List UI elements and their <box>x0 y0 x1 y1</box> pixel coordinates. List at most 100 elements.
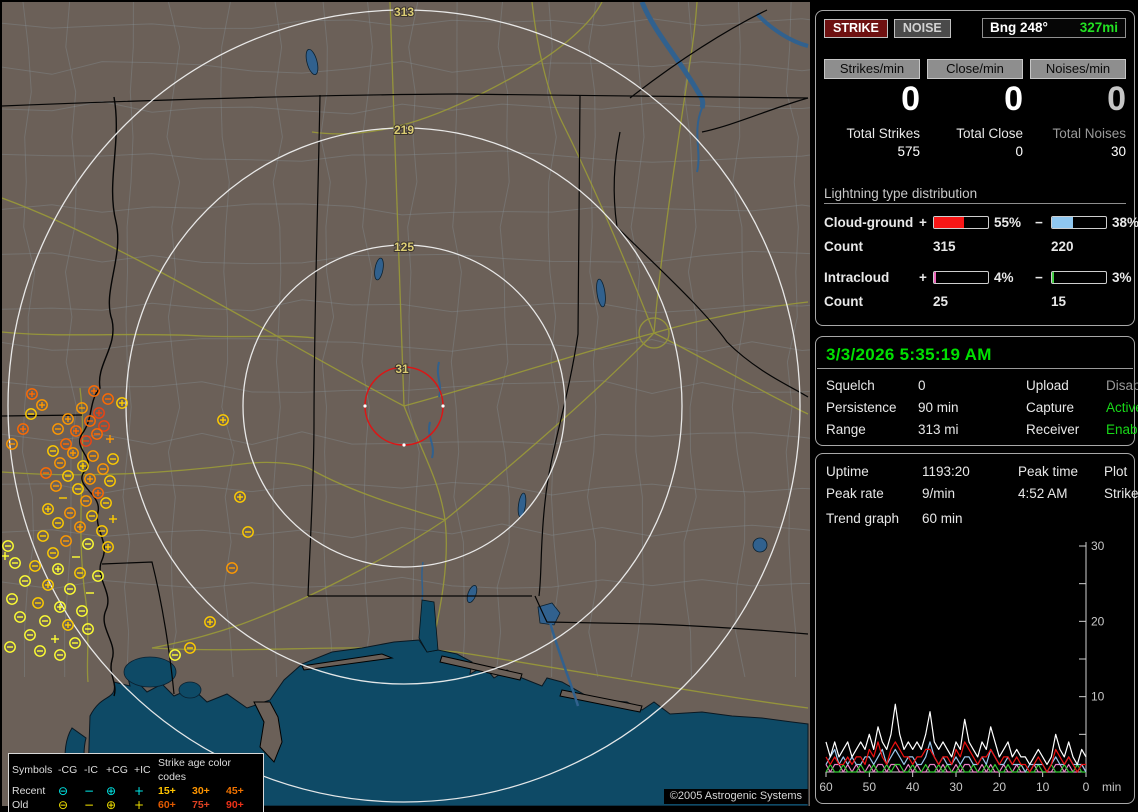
cloud-ground-row: Cloud-ground + 55% − 38% <box>824 215 1126 230</box>
age-60: 60+ <box>158 798 192 812</box>
total-strikes-label: Total Strikes <box>824 126 920 141</box>
map-canvas: 313 219 125 31 <box>2 2 810 806</box>
old-circled-plus-icon: ⊕ <box>106 798 134 812</box>
ic-minus-bar <box>1051 271 1107 284</box>
bearing-value: Bng 248° <box>990 20 1048 35</box>
ic-minus-sign: − <box>1035 270 1051 285</box>
close-per-min-chip: Close/min <box>927 59 1023 79</box>
cg-minus-sign: − <box>1035 215 1051 230</box>
intracloud-row: Intracloud + 4% − 3% <box>824 270 1126 285</box>
legend-col-nic: -IC <box>84 763 106 777</box>
ring-label-313: 313 <box>394 5 414 19</box>
receiver-status: Enabled <box>1106 422 1138 437</box>
cg-plus-sign: + <box>919 215 933 230</box>
legend-age-title: Strike age color codes <box>158 756 260 784</box>
old-plus-icon: + <box>134 798 158 812</box>
upload-label: Upload <box>1026 378 1106 393</box>
total-close-label: Total Close <box>927 126 1023 141</box>
legend-old-row: Old ⊖ − ⊕ + 60+ 75+ 90+ <box>12 798 260 812</box>
intracloud-count-row: Count 25 15 <box>824 294 1126 309</box>
peak-time-label: Peak time <box>1018 464 1104 479</box>
age-75: 75+ <box>192 798 226 812</box>
ic-plus-bar <box>933 271 989 284</box>
mode-toolbar: STRIKE NOISE Bng 248° 327mi <box>824 18 1126 38</box>
ring-label-219: 219 <box>394 123 414 137</box>
legend-header-row: Symbols -CG -IC +CG +IC Strike age color… <box>12 756 260 784</box>
svg-text:10: 10 <box>1036 780 1050 794</box>
svg-text:20: 20 <box>993 780 1007 794</box>
squelch-label: Squelch <box>826 378 918 393</box>
intracloud-label: Intracloud <box>824 270 919 285</box>
peak-time-value: 4:52 AM <box>1018 486 1104 501</box>
total-noises-value: 30 <box>1030 144 1126 159</box>
svg-text:30: 30 <box>949 780 963 794</box>
session-panel: Uptime 1193:20 Peak time Plot Peak rate … <box>815 453 1135 804</box>
ic-count-label: Count <box>824 294 919 309</box>
distribution-title: Lightning type distribution <box>824 186 1126 204</box>
range-label: Range <box>826 422 918 437</box>
total-strikes-value: 575 <box>824 144 920 159</box>
app-window: 313 219 125 31 Symbols -CG -IC +CG +IC S… <box>0 0 1138 812</box>
legend-col-pcg: +CG <box>106 763 134 777</box>
ring-label-31: 31 <box>395 362 409 376</box>
strike-button[interactable]: STRIKE <box>824 19 888 38</box>
cg-plus-pct: 55% <box>989 215 1035 230</box>
legend-recent-row: Recent ⊖ − ⊕ + 15+ 30+ 45+ <box>12 784 260 798</box>
plot-label: Plot <box>1104 464 1138 479</box>
strikes-rate-value: 0 <box>824 79 920 119</box>
upload-status: Disabled <box>1106 378 1138 393</box>
recent-circled-minus-icon: ⊖ <box>58 784 84 798</box>
cloud-ground-count-row: Count 315 220 <box>824 239 1126 254</box>
trend-lines <box>826 704 1086 772</box>
ic-plus-sign: + <box>919 270 933 285</box>
persistence-value: 90 min <box>918 400 1026 415</box>
ic-plus-pct: 4% <box>989 270 1035 285</box>
persistence-label: Persistence <box>826 400 918 415</box>
svg-text:50: 50 <box>863 780 877 794</box>
cg-plus-bar <box>933 216 989 229</box>
bearing-readout: Bng 248° 327mi <box>982 18 1126 38</box>
svg-text:60: 60 <box>820 780 833 794</box>
copyright-text: ©2005 Astrogenic Systems <box>664 789 808 804</box>
ic-minus-pct: 3% <box>1107 270 1132 285</box>
uptime-value: 1193:20 <box>922 464 1018 479</box>
datetime-divider <box>817 368 1133 369</box>
lightning-map[interactable]: 313 219 125 31 Symbols -CG -IC +CG +IC S… <box>2 2 810 806</box>
svg-text:20: 20 <box>1091 614 1105 628</box>
axis-ticks: 6050403020100min102030 <box>820 539 1121 794</box>
peak-rate-value: 9/min <box>922 486 1018 501</box>
peak-rate-label: Peak rate <box>826 486 922 501</box>
recent-plus-icon: + <box>134 784 158 798</box>
legend-symbols-header: Symbols <box>12 763 58 777</box>
old-circled-minus-icon: ⊖ <box>58 798 84 812</box>
age-15: 15+ <box>158 784 192 798</box>
trend-graph-label: Trend graph <box>826 511 922 526</box>
cg-minus-pct: 38% <box>1107 215 1138 230</box>
capture-label: Capture <box>1026 400 1106 415</box>
map-legend: Symbols -CG -IC +CG +IC Strike age color… <box>8 753 264 812</box>
age-45: 45+ <box>226 784 260 798</box>
noise-button[interactable]: NOISE <box>894 19 951 38</box>
legend-col-pic: +IC <box>134 763 158 777</box>
uptime-label: Uptime <box>826 464 922 479</box>
cg-minus-count: 220 <box>1051 239 1107 254</box>
strikes-per-min-chip: Strikes/min <box>824 59 920 79</box>
total-close-value: 0 <box>927 144 1023 159</box>
total-noises-label: Total Noises <box>1030 126 1126 141</box>
legend-old-label: Old <box>12 798 58 812</box>
legend-recent-label: Recent <box>12 784 58 798</box>
squelch-value: 0 <box>918 378 1026 393</box>
svg-text:min: min <box>1102 780 1121 794</box>
svg-text:0: 0 <box>1083 780 1090 794</box>
cg-plus-count: 315 <box>933 239 989 254</box>
legend-col-ncg: -CG <box>58 763 84 777</box>
plot-value: Strike <box>1104 486 1138 501</box>
range-value: 313 mi <box>918 422 1026 437</box>
receiver-label: Receiver <box>1026 422 1106 437</box>
status-panel: 3/3/2026 5:35:19 AM Squelch 0 Upload Dis… <box>815 336 1135 446</box>
noises-per-min-chip: Noises/min <box>1030 59 1126 79</box>
trend-plot-canvas: 6050403020100min102030 <box>820 534 1130 800</box>
noises-rate-value: 0 <box>1030 79 1126 119</box>
capture-status: Active <box>1106 400 1138 415</box>
cg-count-label: Count <box>824 239 919 254</box>
